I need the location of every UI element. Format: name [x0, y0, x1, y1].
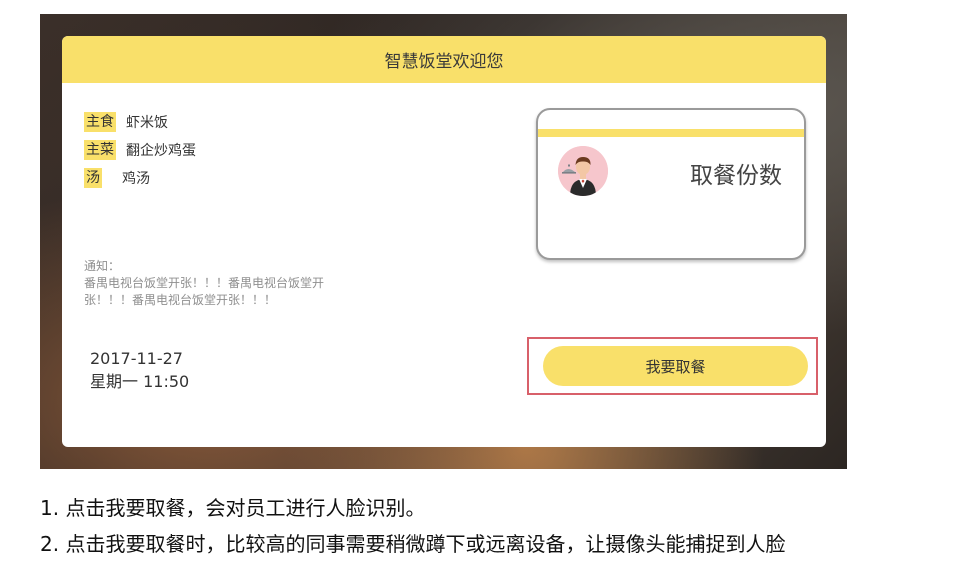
notice-line: 张！！！番禺电视台饭堂开张！！！ — [84, 293, 277, 307]
panel-header: 智慧饭堂欢迎您 — [62, 36, 826, 83]
meal-count-card: 取餐份数 — [536, 108, 806, 260]
weekday-time-text: 星期一 11:50 — [90, 372, 190, 391]
menu-tag-staple: 主食 — [84, 112, 116, 132]
take-meal-button[interactable]: 我要取餐 — [543, 346, 808, 386]
menu-item-soup: 汤 鸡汤 — [84, 164, 196, 192]
menu-item-staple: 主食 虾米饭 — [84, 108, 196, 136]
instruction-step: 1. 点击我要取餐，会对员工进行人脸识别。 — [40, 496, 426, 520]
meal-count-title: 取餐份数 — [690, 163, 782, 189]
menu-value-main: 翻企炒鸡蛋 — [126, 143, 196, 159]
notice-label: 通知： — [84, 259, 121, 273]
menu-tag-main: 主菜 — [84, 140, 116, 160]
datetime-block: 2017-11-27 星期一 11:50 — [90, 347, 189, 393]
page-title: 智慧饭堂欢迎您 — [384, 52, 504, 72]
menu-value-staple: 虾米饭 — [126, 115, 168, 131]
menu-tag-soup: 汤 — [84, 168, 102, 188]
date-text: 2017-11-27 — [90, 349, 183, 368]
notice-block: 通知： 番禺电视台饭堂开张！！！番禺电视台饭堂开 张！！！番禺电视台饭堂开张！！… — [84, 258, 374, 309]
instruction-step: 2. 点击我要取餐时，比较高的同事需要稍微蹲下或远离设备，让摄像头能捕捉到人脸 — [40, 532, 786, 556]
waiter-avatar-icon — [558, 146, 608, 196]
instruction-list: 1. 点击我要取餐，会对员工进行人脸识别。 2. 点击我要取餐时，比较高的同事需… — [40, 490, 785, 562]
menu-item-main: 主菜 翻企炒鸡蛋 — [84, 136, 196, 164]
menu-list: 主食 虾米饭 主菜 翻企炒鸡蛋 汤 鸡汤 — [84, 108, 196, 192]
menu-value-soup: 鸡汤 — [122, 171, 150, 187]
count-card-stripe — [538, 129, 804, 137]
notice-line: 番禺电视台饭堂开张！！！番禺电视台饭堂开 — [84, 276, 325, 290]
